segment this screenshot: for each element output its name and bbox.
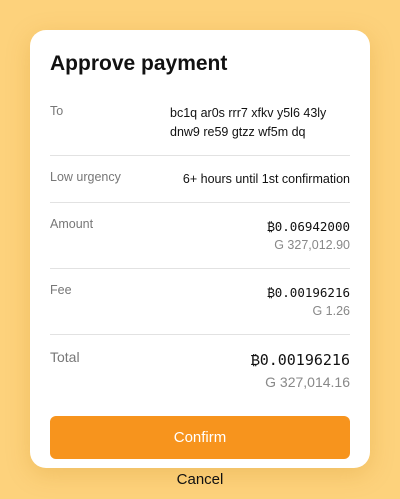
amount-row: Amount ₿0.06942000 G 327,012.90 [50,203,350,269]
approve-payment-dialog: Approve payment To bc1q ar0s rrr7 xfkv y… [30,30,370,488]
to-label: To [50,104,64,118]
amount-label: Amount [50,217,94,231]
cancel-button[interactable]: Cancel [50,459,350,499]
confirm-button[interactable]: Confirm [50,416,350,459]
fee-label: Fee [50,283,72,297]
amount-fiat: G 327,012.90 [274,238,350,252]
to-row: To bc1q ar0s rrr7 xfkv y5l6 43ly dnw9 re… [50,90,350,156]
total-btc: ₿0.00196216 [250,351,350,369]
fee-fiat: G 1.26 [312,304,350,318]
fee-btc: ₿0.00196216 [267,285,350,300]
total-label: Total [50,349,80,365]
dialog-title: Approve payment [50,52,228,75]
urgency-value: 6+ hours until 1st confirmation [182,172,350,186]
total-row: Total ₿0.00196216 G 327,014.16 [50,335,350,406]
amount-btc: ₿0.06942000 [267,219,350,234]
urgency-label: Low urgency [50,170,121,184]
urgency-row: Low urgency 6+ hours until 1st confirmat… [50,156,350,203]
total-fiat: G 327,014.16 [265,374,350,390]
fee-row: Fee ₿0.00196216 G 1.26 [50,269,350,335]
recipient-address: bc1q ar0s rrr7 xfkv y5l6 43ly dnw9 re59 … [170,106,327,139]
